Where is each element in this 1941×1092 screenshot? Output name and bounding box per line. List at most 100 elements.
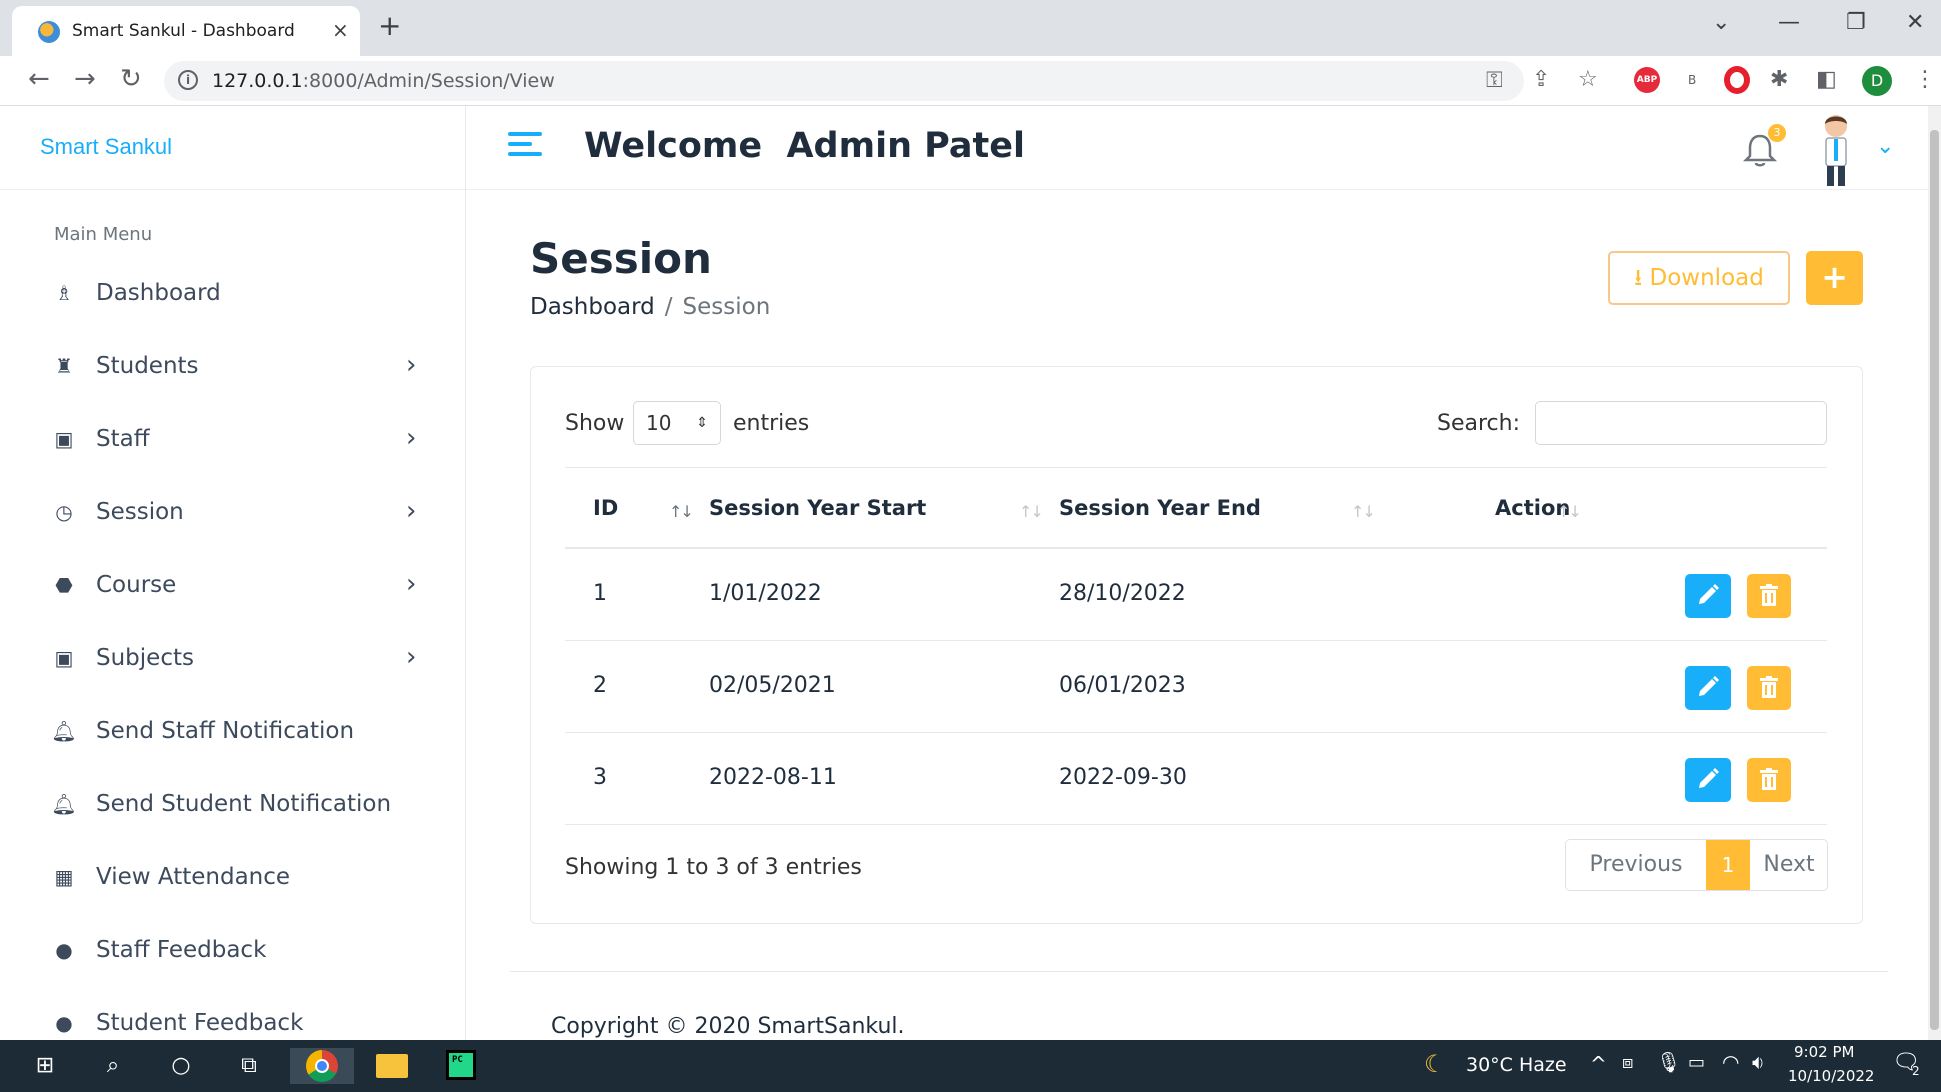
extensions-puzzle-icon[interactable]: ✱ (1770, 68, 1788, 92)
dashboard-icon: ♗ (55, 281, 73, 305)
site-info-icon[interactable]: i (178, 70, 198, 90)
page-number-button[interactable]: 1 (1706, 840, 1750, 890)
minimize-icon[interactable]: — (1778, 10, 1800, 35)
sort-icon: ↑↓ (1557, 502, 1582, 521)
notification-badge: 3 (1768, 124, 1786, 142)
browser-tab[interactable]: Smart Sankul - Dashboard × (12, 6, 360, 56)
task-view-icon[interactable]: ⧉ (232, 1048, 266, 1084)
sidebar-item-dashboard[interactable]: ♗ Dashboard (50, 269, 442, 319)
opera-extension-icon[interactable] (1724, 66, 1750, 94)
download-button[interactable]: ⭳ Download (1608, 251, 1790, 305)
close-tab-icon[interactable]: × (332, 18, 349, 42)
sidebar-item-student-feedback[interactable]: ● Student Feedback (50, 999, 442, 1040)
extension-b-icon[interactable]: B (1688, 68, 1696, 92)
menu-toggle-icon[interactable] (508, 132, 542, 164)
brand-logo[interactable]: Smart Sankul (40, 134, 172, 160)
sidebar-item-course[interactable]: ⬣ Course › (50, 561, 442, 611)
tray-chevron-up-icon[interactable]: ^ (1590, 1052, 1607, 1076)
table-row: 3 2022-08-11 2022-09-30 (565, 733, 1827, 825)
tab-search-chevron-icon[interactable]: ⌄ (1712, 10, 1730, 35)
add-session-button[interactable]: + (1806, 251, 1863, 305)
side-panel-icon[interactable]: ◧ (1816, 68, 1837, 92)
delete-button[interactable] (1747, 758, 1791, 802)
sidebar-item-send-student-notification[interactable]: 🔔︎ Send Student Notification (50, 780, 442, 830)
clock-time[interactable]: 9:02 PM (1794, 1043, 1854, 1061)
sidebar-item-send-staff-notification[interactable]: 🔔︎ Send Staff Notification (50, 707, 442, 757)
share-icon[interactable]: ⇪ (1532, 68, 1550, 92)
reload-icon[interactable]: ↻ (120, 64, 142, 94)
sort-icon[interactable]: ↑↓ (669, 502, 694, 521)
trash-icon (1760, 584, 1778, 606)
edit-button[interactable] (1685, 574, 1731, 618)
sort-icon[interactable]: ↑↓ (1351, 502, 1376, 521)
browser-menu-icon[interactable]: ⋮ (1914, 68, 1936, 92)
previous-page-button[interactable]: Previous (1566, 840, 1706, 890)
wifi-icon[interactable]: ◠ (1722, 1050, 1739, 1074)
url-text[interactable]: 127.0.0.1:8000/Admin/Session/View (212, 70, 555, 92)
clock-date[interactable]: 10/10/2022 (1788, 1067, 1874, 1085)
column-header-session-year-start[interactable]: Session Year Start (709, 496, 926, 520)
breadcrumb-current: Session (682, 294, 771, 320)
search-icon[interactable]: ⌕ (96, 1048, 130, 1084)
windows-start-icon[interactable]: ⊞ (28, 1048, 62, 1084)
cell-session-end: 28/10/2022 (1059, 581, 1186, 606)
next-page-button[interactable]: Next (1750, 840, 1828, 890)
chevron-down-icon[interactable]: ⌄ (1876, 134, 1894, 159)
close-window-icon[interactable]: ✕ (1906, 10, 1924, 35)
weather-text[interactable]: 30°C Haze (1466, 1054, 1567, 1076)
back-arrow-icon[interactable]: ← (28, 64, 50, 94)
edit-button[interactable] (1685, 758, 1731, 802)
site-favicon-icon (38, 21, 60, 43)
notification-count-badge: 2 (1912, 1064, 1920, 1078)
chrome-icon[interactable] (306, 1050, 338, 1082)
chalkboard-teacher-icon: ▣ (54, 646, 74, 670)
page-scrollbar[interactable] (1928, 106, 1941, 1040)
forward-arrow-icon[interactable]: → (74, 64, 96, 94)
cell-id: 1 (593, 581, 607, 606)
user-avatar[interactable] (1808, 112, 1864, 188)
restore-icon[interactable]: ❐ (1846, 10, 1866, 35)
sort-icon[interactable]: ↑↓ (1019, 502, 1044, 521)
sidebar-item-label: Students (96, 353, 199, 379)
page-length-select[interactable]: 10 ⇕ (633, 401, 721, 445)
chevron-right-icon: › (406, 642, 417, 672)
sidebar-item-staff[interactable]: ▣ Staff › (50, 415, 442, 465)
browser-toolbar: ← → ↻ i 127.0.0.1:8000/Admin/Session/Vie… (0, 56, 1941, 106)
sidebar-item-label: Course (96, 572, 177, 598)
battery-icon[interactable]: ▭ (1688, 1052, 1705, 1073)
scrollbar-thumb[interactable] (1930, 130, 1939, 1030)
session-table-card: Show 10 ⇕ entries Search: ID ↑↓ Session … (530, 366, 1863, 924)
url-path: :8000/Admin/Session/View (302, 70, 555, 92)
edit-button[interactable] (1685, 666, 1731, 710)
pencil-icon (1699, 584, 1719, 604)
sidebar-item-staff-feedback[interactable]: ● Staff Feedback (50, 926, 442, 976)
profile-avatar[interactable]: D (1862, 66, 1892, 96)
trash-icon (1760, 676, 1778, 698)
microphone-icon[interactable]: 🎙︎ (1656, 1050, 1681, 1074)
cell-id: 2 (593, 673, 607, 698)
sidebar-item-view-attendance[interactable]: ▦ View Attendance (50, 853, 442, 903)
pycharm-icon[interactable]: PC (446, 1050, 476, 1080)
breadcrumb-dashboard-link[interactable]: Dashboard (530, 294, 655, 320)
password-key-icon[interactable]: ⚿ (1486, 69, 1503, 93)
bookmark-star-icon[interactable]: ☆ (1578, 68, 1598, 92)
address-bar[interactable]: i 127.0.0.1:8000/Admin/Session/View ⚿ (164, 61, 1524, 101)
weather-moon-icon[interactable]: ☾ (1424, 1050, 1446, 1078)
new-tab-button[interactable]: + (378, 12, 401, 40)
sidebar-item-subjects[interactable]: ▣ Subjects › (50, 634, 442, 684)
volume-icon[interactable]: 🔉︎ (1752, 1050, 1765, 1074)
file-explorer-icon[interactable] (376, 1054, 408, 1078)
meet-now-icon[interactable]: ⧈ (1622, 1052, 1633, 1073)
delete-button[interactable] (1747, 666, 1791, 710)
search-input[interactable] (1535, 401, 1827, 445)
adblock-extension-icon[interactable]: ABP (1634, 67, 1660, 93)
sidebar-item-session[interactable]: ◷ Session › (50, 488, 442, 538)
sidebar-item-students[interactable]: ♜ Students › (50, 342, 442, 392)
cortana-icon[interactable]: ○ (164, 1048, 198, 1084)
column-header-session-year-end[interactable]: Session Year End (1059, 496, 1261, 520)
cell-session-end: 06/01/2023 (1059, 673, 1186, 698)
column-header-id[interactable]: ID (593, 496, 618, 520)
bell-icon: 🔔︎ (51, 719, 77, 743)
windows-taskbar: ⊞ ⌕ ○ ⧉ PC ☾ 30°C Haze ^ ⧈ 🎙︎ ▭ ◠ 🔉︎ 9:0… (0, 1040, 1941, 1092)
delete-button[interactable] (1747, 574, 1791, 618)
